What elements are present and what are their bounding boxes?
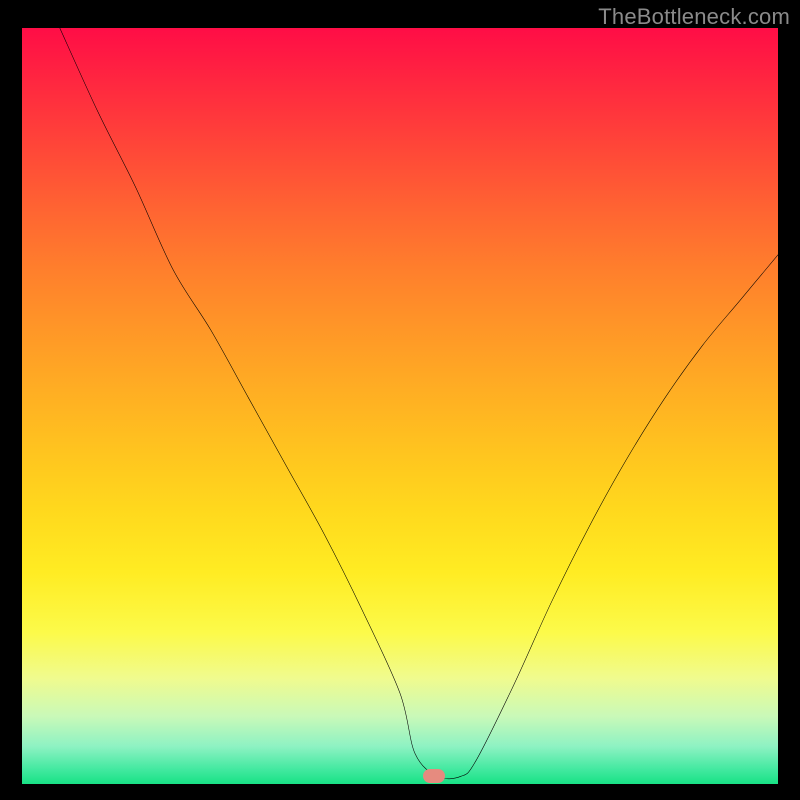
plot-area xyxy=(22,28,778,784)
chart-frame: TheBottleneck.com xyxy=(0,0,800,800)
bottleneck-curve xyxy=(22,28,778,784)
optimal-point-marker xyxy=(423,769,445,783)
watermark-label: TheBottleneck.com xyxy=(598,4,790,30)
